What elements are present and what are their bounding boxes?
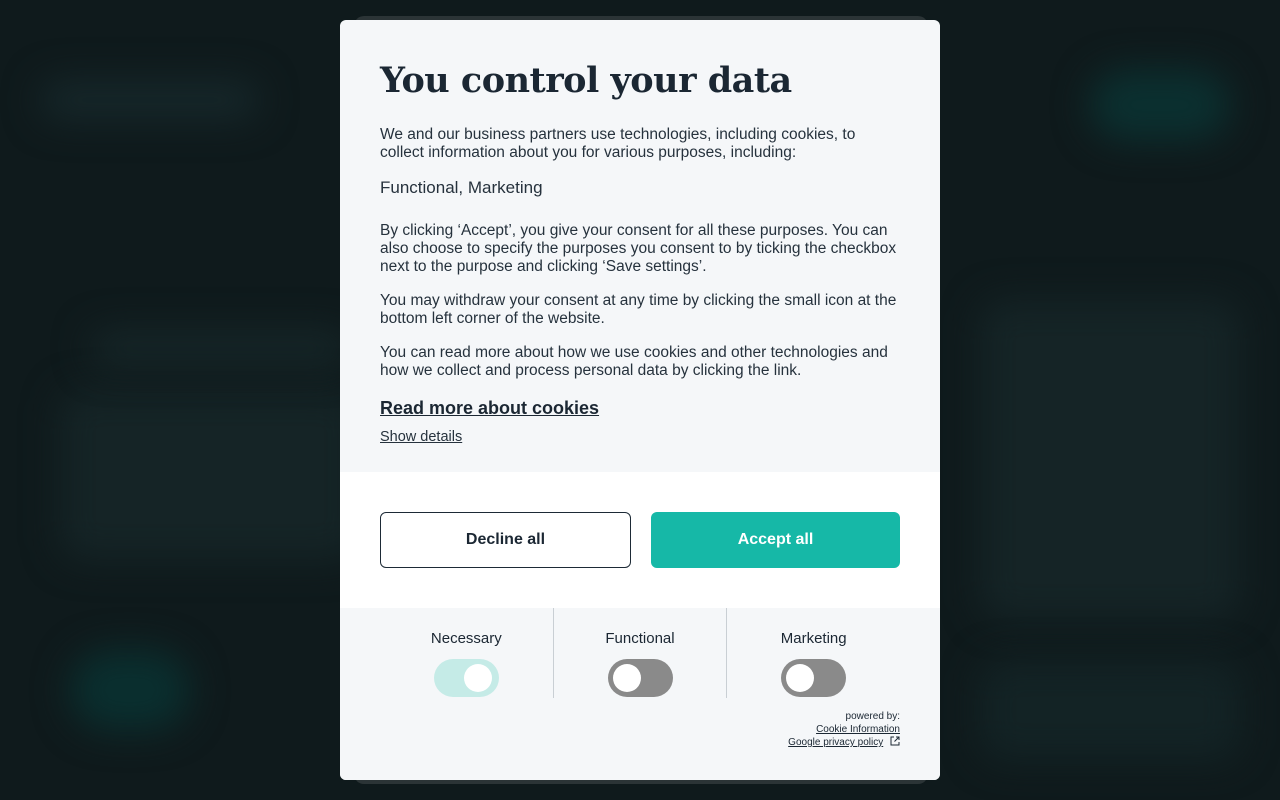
background-blur [90,330,350,366]
read-more-text: You can read more about how we use cooki… [380,344,888,379]
toggle-label: Marketing [780,630,847,647]
cookie-consent-dialog: You control your data We and our busines… [340,20,940,780]
switch-knob [463,664,492,692]
switch-knob [786,664,815,692]
purpose-toggles: Necessary Functional Marketing powered b… [340,608,940,780]
toggle-label: Necessary [430,630,502,647]
dialog-content: You control your data We and our busines… [340,20,940,472]
toggle-marketing: Marketing [726,608,900,698]
powered-by-label: powered by: [845,711,900,722]
background-blur [60,390,360,560]
toggle-necessary: Necessary [380,608,553,698]
dialog-title: You control your data [380,60,792,101]
action-buttons: Decline all Accept all [340,472,940,608]
toggle-label: Functional [605,630,675,647]
marketing-switch[interactable] [781,659,847,697]
necessary-switch[interactable] [433,659,499,697]
powered-by-footer: powered by: Cookie Information Google pr… [788,710,900,750]
read-more-cookies-link[interactable]: Read more about cookies [380,398,599,419]
background-blur [980,300,1240,620]
show-details-link[interactable]: Show details [380,429,900,445]
background-blur [1090,70,1230,140]
google-privacy-policy-link[interactable]: Google privacy policy [788,737,883,748]
background-blur [40,80,260,120]
consent-text: By clicking ‘Accept’, you give your cons… [380,222,897,275]
background-blur [980,660,1240,760]
cookie-information-link[interactable]: Cookie Information [816,724,900,735]
purposes-list: Functional, Marketing [380,178,543,197]
background-blur [70,650,190,730]
functional-switch[interactable] [607,659,673,697]
toggle-functional: Functional [552,608,727,698]
withdraw-text: You may withdraw your consent at any tim… [380,292,897,327]
accept-all-button[interactable]: Accept all [651,512,900,568]
switch-knob [612,664,641,692]
external-link-icon[interactable] [890,736,900,750]
decline-all-button[interactable]: Decline all [380,512,631,568]
intro-text: We and our business partners use technol… [380,126,856,161]
